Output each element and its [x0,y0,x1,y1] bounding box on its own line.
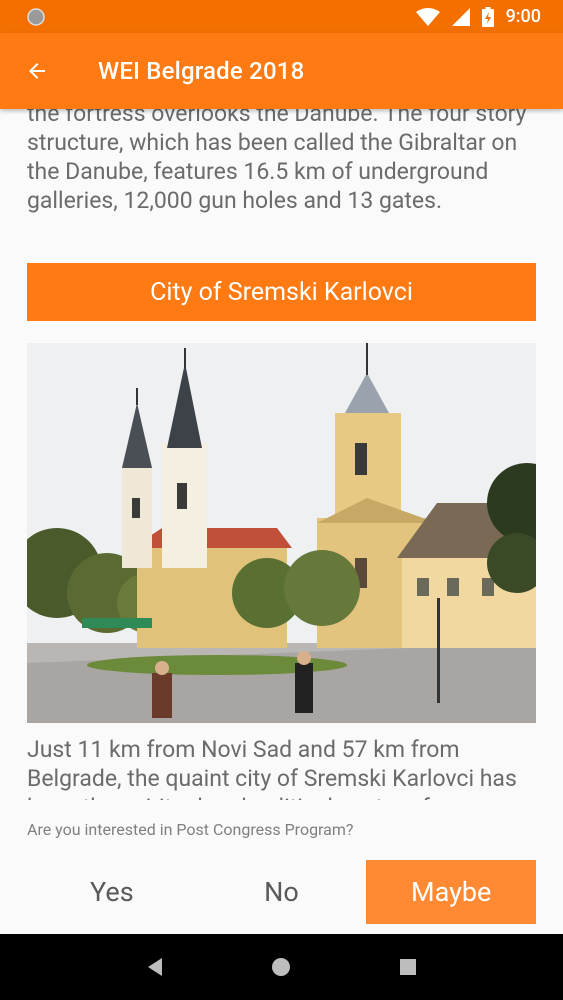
wifi-icon [415,7,440,26]
nav-home-icon[interactable] [271,957,291,977]
city-photo [27,343,536,723]
scroll-content[interactable]: the fortress overlooks the Danube. The f… [0,109,563,800]
option-yes-button[interactable]: Yes [27,860,197,924]
page-title: WEI Belgrade 2018 [98,57,305,85]
back-button[interactable] [0,33,74,109]
nav-recents-icon[interactable] [399,958,417,976]
status-time: 9:00 [505,6,541,27]
app-bar: WEI Belgrade 2018 [0,33,563,109]
church-illustration [27,343,536,723]
option-maybe-button[interactable]: Maybe [366,860,537,924]
poll-question: Are you interested in Post Congress Prog… [27,820,354,839]
poll-options: Yes No Maybe [27,860,537,924]
section-header: City of Sremski Karlovci [27,263,536,321]
notification-dot-icon [27,7,45,26]
section-paragraph: Just 11 km from Novi Sad and 57 km from … [27,736,517,800]
battery-charging-icon [481,6,494,27]
option-no-button[interactable]: No [197,860,367,924]
arrow-back-icon [29,63,45,79]
status-bar: 9:00 [0,0,563,33]
nav-back-icon[interactable] [146,957,164,977]
signal-icon [451,7,470,26]
system-nav-bar [0,934,563,1000]
intro-paragraph: the fortress overlooks the Danube. The f… [27,109,527,214]
